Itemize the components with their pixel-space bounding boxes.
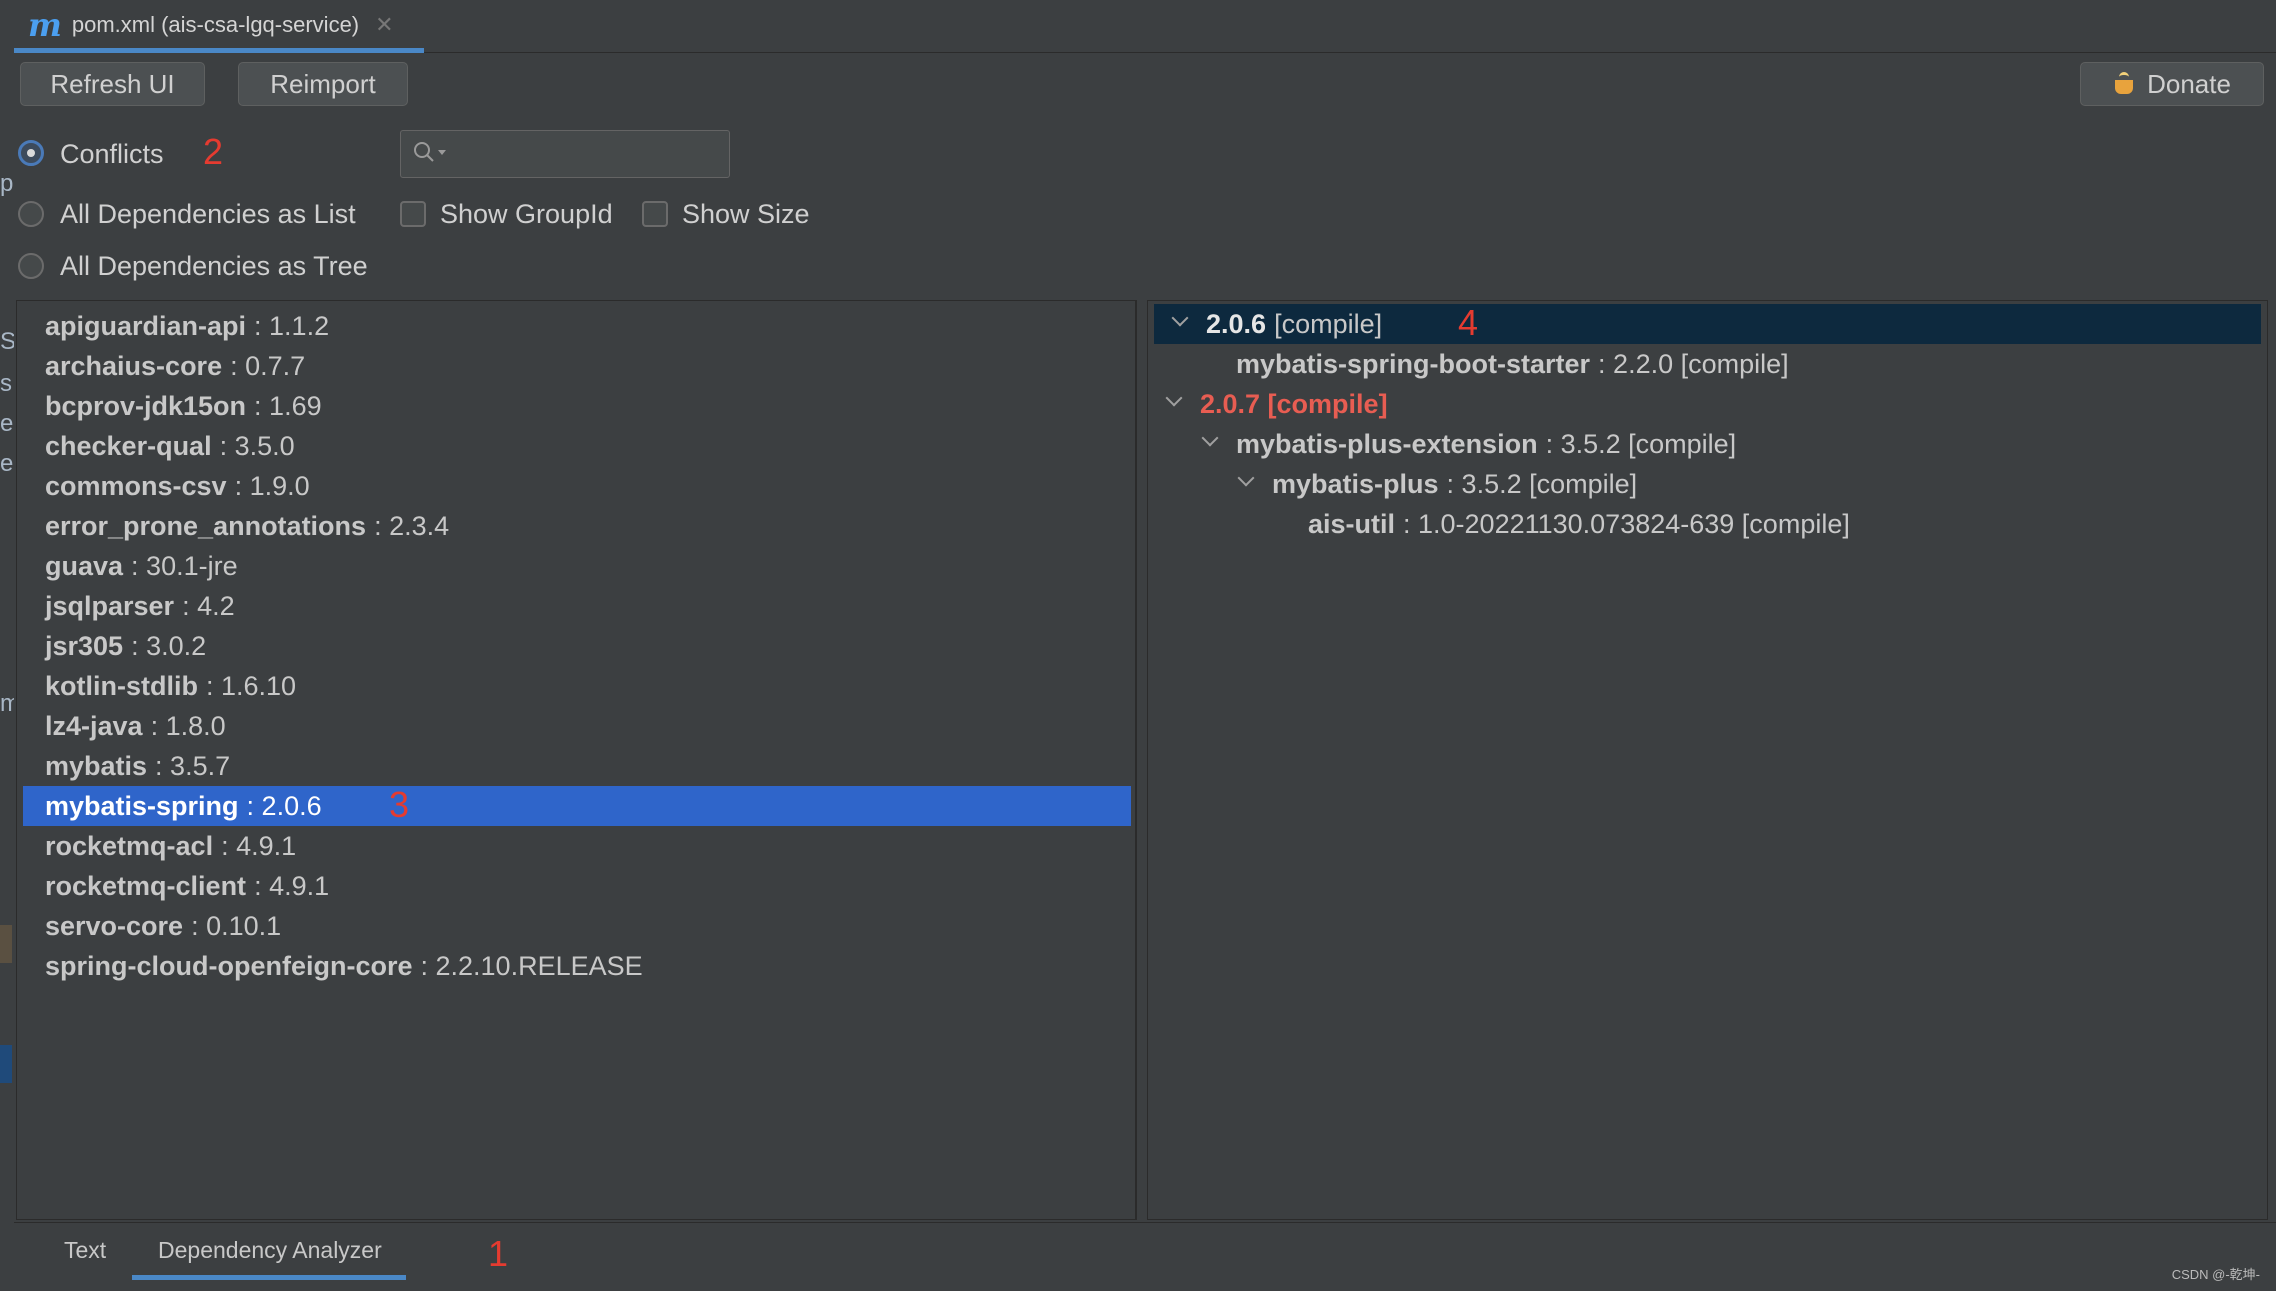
gutter-char: m [0,690,14,717]
tree-node[interactable]: mybatis-plus-extension: 3.5.2 [compile] [1202,424,1736,464]
tree-node[interactable]: mybatis-spring-boot-starter: 2.2.0 [comp… [1236,344,1789,384]
gutter-char: s [0,370,12,397]
show-size-label[interactable]: Show Size [682,199,810,230]
list-item[interactable]: commons-csv: 1.9.0 [17,466,1135,506]
bottom-tab-bar: Text Dependency Analyzer 1 CSDN @-乾坤- [14,1222,2276,1291]
active-tab-indicator [14,48,424,53]
gutter-char: e [0,450,14,477]
close-icon[interactable]: ✕ [375,12,393,38]
radio-tree-label[interactable]: All Dependencies as Tree [60,251,368,282]
annotation-1: 1 [488,1233,509,1274]
annotation-3: 3 [389,784,410,825]
list-item[interactable]: checker-qual: 3.5.0 [17,426,1135,466]
tab-text[interactable]: Text [64,1237,106,1264]
list-item[interactable]: bcprov-jdk15on: 1.69 [17,386,1135,426]
active-tab-indicator [132,1275,406,1280]
radio-conflicts[interactable] [18,140,44,166]
refresh-ui-button[interactable]: Refresh UI [20,62,205,106]
chevron-down-icon[interactable] [1166,392,1182,408]
maven-icon: m [28,5,62,44]
list-item[interactable]: rocketmq-acl: 4.9.1 [17,826,1135,866]
list-item[interactable]: error_prone_annotations: 2.3.4 [17,506,1135,546]
editor-tab-bar: m pom.xml (ais-csa-lgq-service) ✕ [14,0,2276,53]
tree-node[interactable]: mybatis-plus: 3.5.2 [compile] [1238,464,1637,504]
radio-list[interactable] [18,201,44,227]
tree-node-conflict[interactable]: 2.0.7 [compile] [1166,384,1388,424]
editor-tab-title: pom.xml (ais-csa-lgq-service) [71,11,360,37]
gutter-char: e [0,410,14,437]
coffee-icon [2113,72,2137,96]
tree-node[interactable]: ais-util: 1.0-20221130.073824-639 [compi… [1308,504,1850,544]
chevron-down-icon[interactable] [1172,312,1188,328]
gutter-marker [0,1045,12,1083]
gutter-char: S [0,328,14,355]
usage-tree-panel: 2.0.6 [compile] 4 mybatis-spring-boot-sta… [1147,300,2268,1220]
tab-dependency-analyzer[interactable]: Dependency Analyzer [158,1237,382,1264]
donate-label: Donate [2147,68,2231,99]
list-item[interactable]: lz4-java: 1.8.0 [17,706,1135,746]
list-item[interactable]: servo-core: 0.10.1 [17,906,1135,946]
list-item-selected[interactable]: mybatis-spring: 2.0.6 3 [23,784,1131,826]
list-item[interactable]: apiguardian-api: 1.1.2 [17,306,1135,346]
chevron-down-icon[interactable] [1238,472,1254,488]
list-item[interactable]: archaius-core: 0.7.7 [17,346,1135,386]
chevron-down-icon [438,150,446,155]
radio-tree[interactable] [18,253,44,279]
radio-list-label[interactable]: All Dependencies as List [60,199,356,230]
list-item[interactable]: jsqlparser: 4.2 [17,586,1135,626]
annotation-4: 4 [1458,302,1479,343]
left-gutter: p S s e e m [0,0,14,1290]
watermark: CSDN @-乾坤- [2171,1267,2260,1282]
list-item[interactable]: spring-cloud-openfeign-core: 2.2.10.RELE… [17,946,1135,986]
gutter-char: p [0,170,14,197]
tree-node-selected[interactable]: 2.0.6 [compile] 4 [1154,302,2261,344]
dependency-list-panel: apiguardian-api: 1.1.2 archaius-core: 0.… [16,300,1136,1220]
list-item[interactable]: jsr305: 3.0.2 [17,626,1135,666]
editor-tab-pom[interactable]: m pom.xml (ais-csa-lgq-service) ✕ [14,0,424,49]
gutter-marker [0,925,12,963]
list-item[interactable]: guava: 30.1-jre [17,546,1135,586]
donate-button[interactable]: Donate [2080,62,2264,106]
reimport-button[interactable]: Reimport [238,62,408,106]
list-item[interactable]: kotlin-stdlib: 1.6.10 [17,666,1135,706]
list-item[interactable]: rocketmq-client: 4.9.1 [17,866,1135,906]
search-icon [414,142,434,162]
radio-conflicts-label[interactable]: Conflicts [60,139,164,170]
chevron-down-icon[interactable] [1202,432,1218,448]
show-groupid-label[interactable]: Show GroupId [440,199,613,230]
show-size-checkbox[interactable] [642,201,668,227]
annotation-2: 2 [203,131,224,172]
search-input[interactable] [400,130,730,178]
show-groupid-checkbox[interactable] [400,201,426,227]
list-item[interactable]: mybatis: 3.5.7 [17,746,1135,786]
